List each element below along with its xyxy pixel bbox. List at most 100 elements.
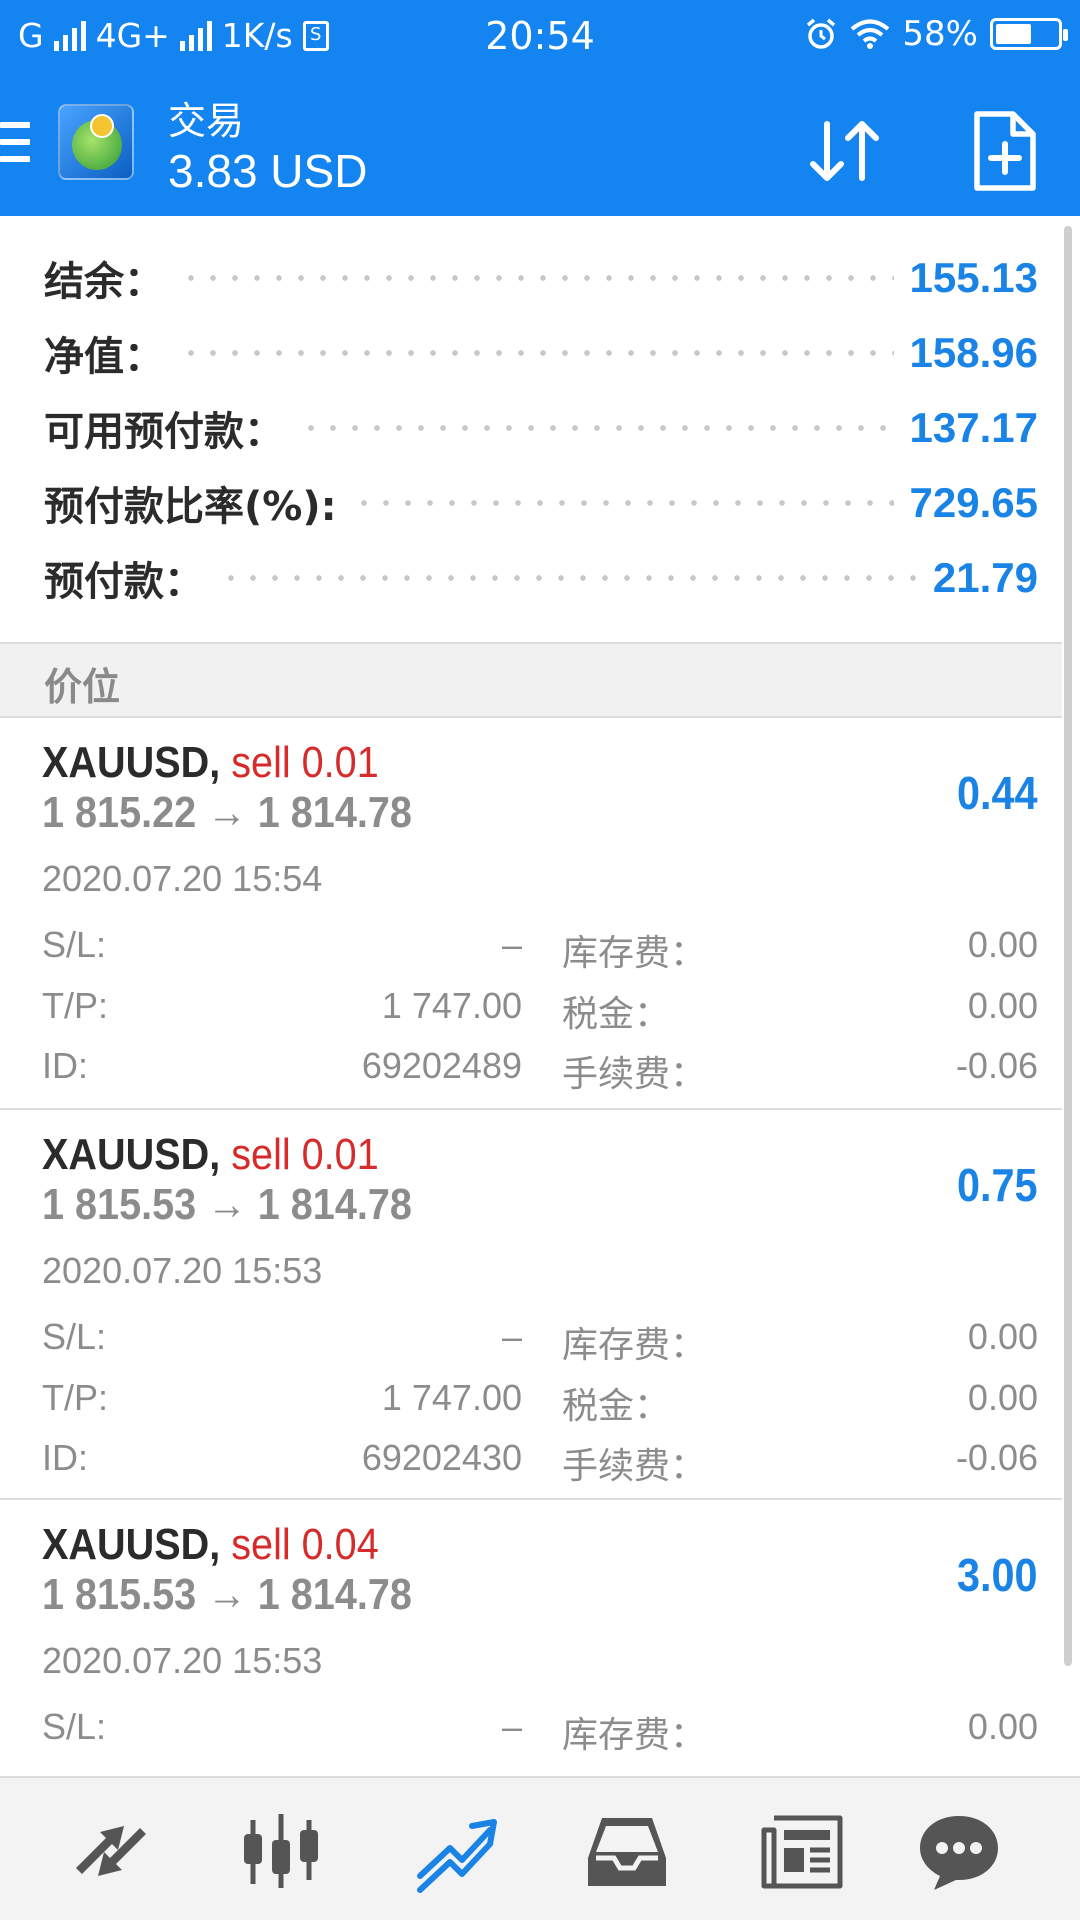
sort-icon[interactable]	[800, 106, 890, 196]
detail-value: 69202489	[361, 1045, 522, 1086]
detail-key: S/L:	[42, 924, 107, 965]
summary-value: 137.17	[909, 404, 1038, 451]
detail-value: –	[501, 1706, 522, 1747]
detail-value: 0.00	[967, 985, 1038, 1026]
detail-key: 税金：	[562, 994, 671, 1035]
position-profit: 0.75	[957, 1159, 1038, 1211]
detail-value: 0.00	[967, 1377, 1038, 1418]
chart-icon[interactable]	[236, 1806, 326, 1896]
summary-label: 结余：	[44, 259, 164, 305]
detail-key: 库存费：	[562, 933, 707, 974]
history-icon[interactable]	[582, 1806, 672, 1896]
position-detail-row: S/L: – 库存费： 0.00	[42, 1706, 1038, 1756]
position-open-time: 2020.07.20 15:54	[42, 858, 323, 899]
dotted-leader	[300, 424, 894, 432]
summary-row-margin-level: 预付款比率(%): 729.65	[44, 473, 1038, 533]
status-bar: G 4G+ 1K/s S 20:54 58%	[0, 0, 1080, 76]
metatrader-logo	[58, 104, 134, 180]
position-prices: 1 815.53 → 1 814.78	[42, 1180, 412, 1229]
chat-icon[interactable]	[914, 1806, 1004, 1896]
detail-value: 1 747.00	[381, 985, 522, 1026]
position-side: sell 0.01	[231, 738, 379, 787]
position-detail-row: ID: 69202430 手续费： -0.06	[42, 1437, 1038, 1487]
wifi-icon	[851, 19, 890, 49]
battery-percent: 58%	[902, 14, 978, 54]
position-side: sell 0.01	[231, 1130, 379, 1179]
detail-key: 税金：	[562, 1386, 671, 1427]
position-side: sell 0.04	[231, 1520, 379, 1569]
dotted-leader	[180, 349, 894, 357]
position-symbol: XAUUSD, sell 0.01	[42, 738, 379, 788]
new-order-icon[interactable]	[965, 106, 1045, 196]
detail-key: S/L:	[42, 1706, 107, 1747]
battery-fill	[996, 24, 1031, 44]
position-symbol: XAUUSD, sell 0.04	[42, 1520, 379, 1570]
detail-value: –	[501, 924, 522, 965]
news-icon[interactable]	[756, 1806, 846, 1896]
detail-key: T/P:	[42, 985, 109, 1026]
summary-label: 预付款比率(%):	[44, 484, 337, 530]
trade-icon[interactable]	[410, 1806, 500, 1896]
detail-value: 69202430	[361, 1437, 522, 1478]
summary-label: 可用预付款：	[44, 409, 284, 455]
summary-value: 729.65	[909, 479, 1038, 526]
detail-value: –	[501, 1316, 522, 1357]
menu-icon[interactable]	[0, 122, 30, 166]
dotted-leader	[352, 499, 894, 507]
position-prices: 1 815.53 → 1 814.78	[42, 1570, 412, 1619]
detail-value: 0.00	[967, 924, 1038, 965]
summary-row-balance: 结余： 155.13	[44, 248, 1038, 308]
battery-icon	[990, 18, 1068, 50]
positions-section-header: 价位	[0, 642, 1062, 718]
detail-key: 手续费：	[562, 1054, 707, 1095]
detail-value: 0.00	[967, 1316, 1038, 1357]
position-open-time: 2020.07.20 15:53	[42, 1640, 323, 1681]
symbol-name: XAUUSD,	[42, 1130, 221, 1179]
detail-key: T/P:	[42, 1377, 109, 1418]
position-profit: 0.44	[957, 767, 1038, 819]
position-detail-row: T/P: 1 747.00 税金： 0.00	[42, 985, 1038, 1035]
detail-value: -0.06	[955, 1437, 1038, 1478]
detail-key: 手续费：	[562, 1446, 707, 1487]
scrollbar[interactable]	[1064, 226, 1072, 1666]
position-item[interactable]: XAUUSD, sell 0.01 1 815.22 → 1 814.78 0.…	[0, 718, 1062, 1110]
detail-key: ID:	[42, 1437, 89, 1478]
summary-label: 净值：	[44, 334, 164, 380]
detail-value: -0.06	[955, 1045, 1038, 1086]
detail-value: 1 747.00	[381, 1377, 522, 1418]
bottom-navigation	[0, 1776, 1080, 1920]
position-symbol: XAUUSD, sell 0.01	[42, 1130, 379, 1180]
position-detail-row: S/L: – 库存费： 0.00	[42, 924, 1038, 974]
dotted-leader	[220, 574, 917, 582]
app-bar: 交易 3.83 USD	[0, 76, 1080, 216]
page-title: 交易	[168, 99, 245, 143]
position-item[interactable]: XAUUSD, sell 0.04 1 815.53 → 1 814.78 3.…	[0, 1500, 1062, 1776]
detail-key: S/L:	[42, 1316, 107, 1357]
detail-value: 0.00	[967, 1706, 1038, 1747]
position-profit: 3.00	[957, 1549, 1038, 1601]
summary-row-free-margin: 可用预付款： 137.17	[44, 398, 1038, 458]
account-profit: 3.83 USD	[168, 145, 368, 197]
position-detail-row: T/P: 1 747.00 税金： 0.00	[42, 1377, 1038, 1427]
summary-label: 预付款：	[44, 559, 204, 605]
summary-row-margin: 预付款： 21.79	[44, 548, 1038, 608]
detail-key: 库存费：	[562, 1715, 707, 1756]
symbol-name: XAUUSD,	[42, 1520, 221, 1569]
position-prices: 1 815.22 → 1 814.78	[42, 788, 412, 837]
alarm-icon	[807, 18, 836, 49]
symbol-name: XAUUSD,	[42, 738, 221, 787]
summary-value: 158.96	[909, 329, 1038, 376]
summary-value: 21.79	[932, 554, 1038, 601]
position-open-time: 2020.07.20 15:53	[42, 1250, 323, 1291]
status-right: 58%	[804, 14, 1068, 54]
dotted-leader	[180, 274, 894, 282]
summary-row-equity: 净值： 158.96	[44, 323, 1038, 383]
summary-value: 155.13	[909, 254, 1038, 301]
quotes-icon[interactable]	[66, 1806, 156, 1896]
section-title: 价位	[44, 665, 121, 709]
position-detail-row: S/L: – 库存费： 0.00	[42, 1316, 1038, 1366]
position-item[interactable]: XAUUSD, sell 0.01 1 815.53 → 1 814.78 0.…	[0, 1110, 1062, 1500]
detail-key: 库存费：	[562, 1325, 707, 1366]
detail-key: ID:	[42, 1045, 89, 1086]
position-detail-row: ID: 69202489 手续费： -0.06	[42, 1045, 1038, 1095]
